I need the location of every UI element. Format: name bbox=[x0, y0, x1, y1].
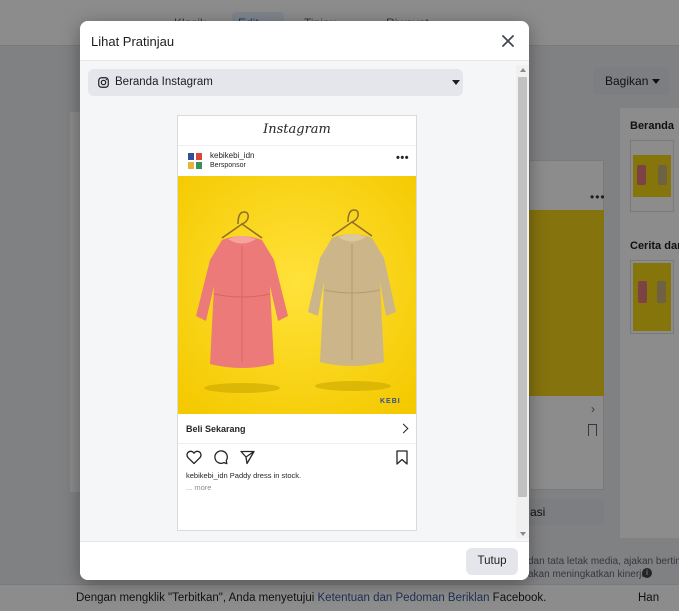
scroll-up-icon[interactable] bbox=[520, 68, 526, 72]
cta-label: Beli Sekarang bbox=[186, 424, 246, 434]
preview-modal: Lihat Pratinjau Beranda Instagram Instag… bbox=[80, 21, 529, 580]
instagram-icon bbox=[98, 77, 109, 88]
caption-text: Paddy dress in stock. bbox=[227, 471, 302, 480]
caption-username[interactable]: kebikebi_idn bbox=[186, 471, 228, 480]
scroll-down-icon[interactable] bbox=[520, 532, 526, 536]
caption-more-link[interactable]: ... more bbox=[186, 483, 211, 492]
close-button[interactable]: Tutup bbox=[466, 548, 518, 575]
chevron-right-icon bbox=[398, 423, 409, 434]
placement-dropdown[interactable]: Beranda Instagram bbox=[88, 69, 463, 96]
bookmark-icon[interactable] bbox=[396, 450, 408, 465]
post-actions bbox=[178, 446, 416, 468]
instagram-top-bar: Instagram bbox=[178, 116, 416, 146]
comment-icon[interactable] bbox=[213, 450, 228, 465]
modal-footer: Tutup bbox=[80, 541, 529, 580]
modal-title: Lihat Pratinjau bbox=[91, 34, 175, 49]
more-options-icon[interactable]: ••• bbox=[396, 152, 409, 164]
placement-dropdown-label: Beranda Instagram bbox=[115, 76, 213, 88]
instagram-logo: Instagram bbox=[263, 122, 331, 137]
close-icon[interactable] bbox=[500, 33, 516, 49]
brand-watermark: KEBI bbox=[380, 398, 401, 405]
share-send-icon[interactable] bbox=[240, 450, 255, 465]
shop-now-cta[interactable]: Beli Sekarang bbox=[178, 414, 416, 444]
dress-photo bbox=[178, 176, 416, 414]
post-header: kebikebi_idn Bersponsor ••• bbox=[178, 146, 416, 176]
modal-header: Lihat Pratinjau bbox=[80, 21, 529, 61]
sponsored-label: Bersponsor bbox=[210, 162, 246, 169]
instagram-post-preview: Instagram kebikebi_idn Bersponsor ••• KE… bbox=[177, 115, 417, 531]
avatar[interactable] bbox=[187, 152, 203, 170]
post-image: KEBI bbox=[178, 176, 416, 414]
post-caption: kebikebi_idn Paddy dress in stock. bbox=[186, 471, 301, 480]
chevron-down-icon bbox=[452, 80, 460, 85]
scrollbar-thumb[interactable] bbox=[518, 77, 527, 497]
like-heart-icon[interactable] bbox=[186, 450, 202, 465]
post-username[interactable]: kebikebi_idn bbox=[210, 151, 254, 160]
